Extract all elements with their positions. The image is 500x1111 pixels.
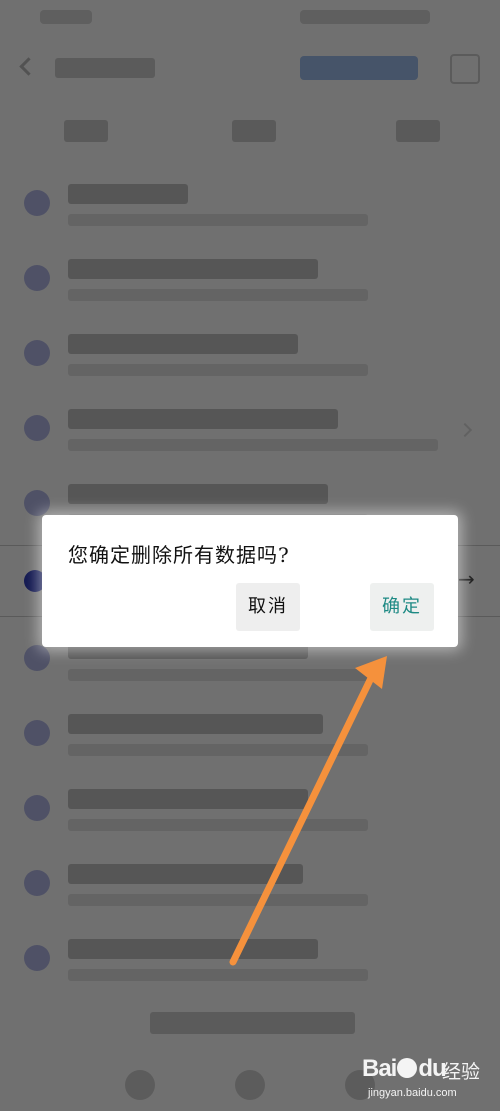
- dialog-message: 您确定删除所有数据吗?: [68, 543, 290, 567]
- baidu-jingyan-watermark: Bai du 经验 jingyan.baidu.com: [362, 1051, 492, 1105]
- watermark-suffix: 经验: [442, 1061, 481, 1083]
- cancel-button[interactable]: 取消: [236, 583, 300, 631]
- confirm-delete-dialog: 您确定删除所有数据吗? 取消 确定: [42, 515, 458, 647]
- paw-icon: [397, 1058, 418, 1078]
- watermark-logo: Bai du: [362, 1055, 447, 1083]
- watermark-site: jingyan.baidu.com: [368, 1087, 457, 1099]
- confirm-button[interactable]: 确定: [370, 583, 434, 631]
- watermark-brand-text: Bai: [362, 1055, 397, 1082]
